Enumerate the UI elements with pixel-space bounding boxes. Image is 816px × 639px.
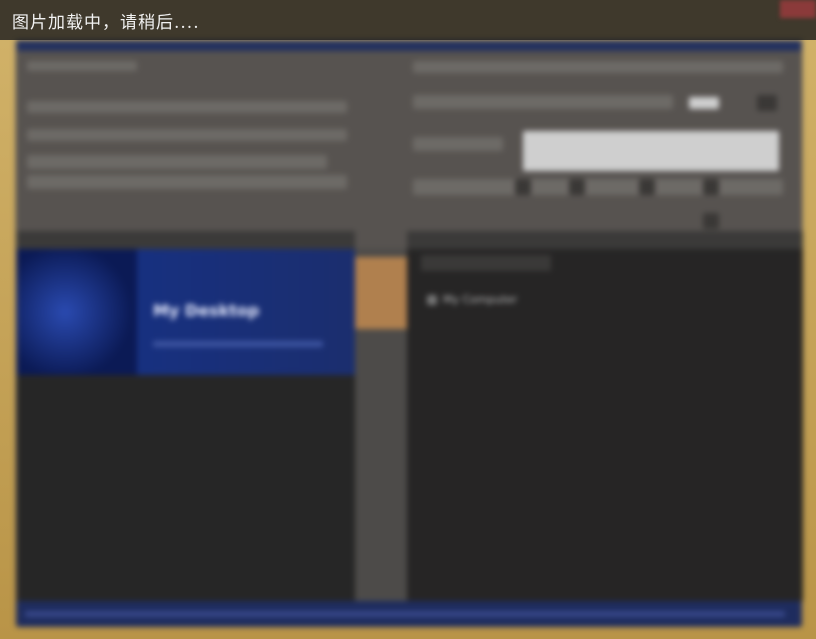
toolbar-row-2[interactable] <box>27 101 347 113</box>
pane-splitter[interactable] <box>355 249 407 601</box>
right-pane: My Computer <box>407 249 803 601</box>
toolbar-row-4[interactable] <box>27 155 327 169</box>
left-pane-header <box>17 231 355 249</box>
menubar <box>17 41 801 51</box>
banner-logo <box>17 249 137 375</box>
control-3[interactable] <box>639 179 655 195</box>
right-toolbar-row-2[interactable] <box>413 95 673 109</box>
splitter-handle[interactable] <box>355 257 407 329</box>
control-1[interactable] <box>515 179 531 195</box>
toolbar-row-5[interactable] <box>27 175 347 189</box>
left-pane: My Desktop <box>17 249 355 601</box>
banner-subtitle <box>153 341 323 347</box>
tree-item-label: My Computer <box>443 293 518 306</box>
right-toolbar-row-1[interactable] <box>413 61 783 73</box>
corner-mark <box>780 0 816 18</box>
status-text <box>25 611 785 617</box>
banner-title: My Desktop <box>153 301 260 320</box>
control-5[interactable] <box>703 213 719 229</box>
loading-text: 图片加载中，请稍后.... <box>12 12 200 33</box>
toolbar-row-1[interactable] <box>27 61 137 71</box>
right-pane-header <box>407 231 803 249</box>
status-bar <box>17 601 801 627</box>
desktop-banner[interactable]: My Desktop <box>17 249 355 375</box>
right-toolbar-row-3[interactable] <box>413 179 783 195</box>
loading-overlay: 图片加载中，请稍后.... <box>0 0 816 40</box>
tree-item[interactable]: My Computer <box>427 293 517 306</box>
control-2[interactable] <box>569 179 585 195</box>
toggle-button[interactable] <box>689 97 719 109</box>
toolbar-area <box>17 51 801 251</box>
right-label <box>413 137 503 151</box>
settings-icon[interactable] <box>757 95 777 111</box>
preview-strip <box>523 131 779 171</box>
app-window: My Desktop My Computer <box>16 40 803 627</box>
tree-header <box>421 255 551 271</box>
toolbar-row-3[interactable] <box>27 129 347 141</box>
control-4[interactable] <box>703 179 719 195</box>
computer-icon <box>427 294 437 305</box>
